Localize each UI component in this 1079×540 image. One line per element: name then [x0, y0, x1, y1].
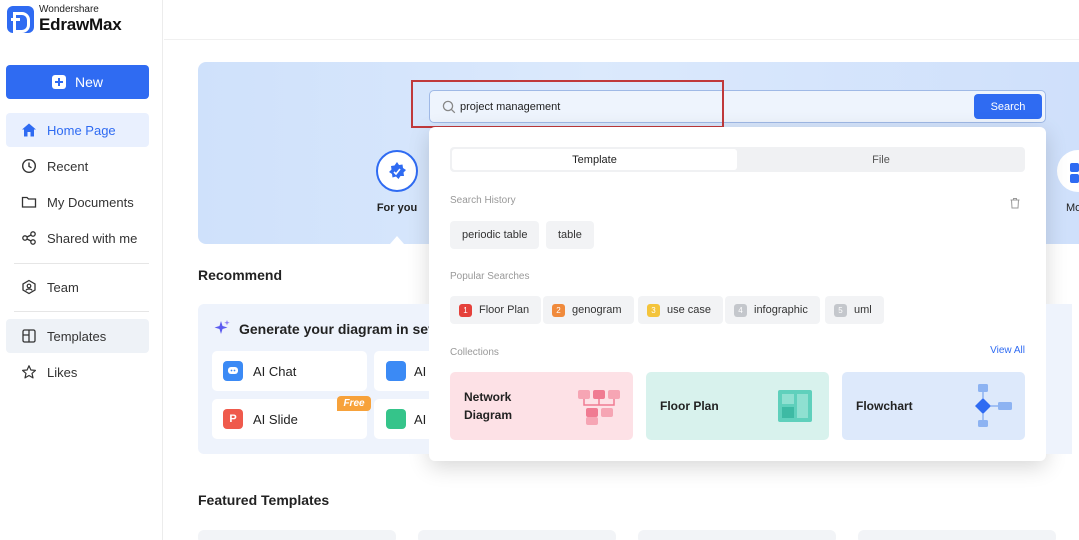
generate-diagram-title: Generate your diagram in sev: [239, 321, 429, 337]
featured-template-card[interactable]: [198, 530, 396, 540]
rank-badge: 4: [734, 303, 747, 317]
popular-chip[interactable]: 2 genogram: [543, 296, 634, 324]
tab-file[interactable]: File: [739, 149, 1023, 170]
new-button[interactable]: New: [6, 65, 149, 99]
plus-icon: [51, 75, 66, 89]
sidebar-divider: [14, 263, 149, 264]
search-dropdown: Template File Search History periodic ta…: [429, 127, 1046, 461]
team-icon: [20, 278, 38, 296]
ai-card-label: AI: [414, 363, 427, 379]
ai-card-label: AI: [414, 411, 427, 427]
sidebar-item-label: Likes: [47, 364, 78, 380]
sidebar-item-label: Home Page: [47, 122, 116, 138]
share-icon: [20, 229, 38, 247]
for-you-tab[interactable]: [376, 150, 418, 192]
sidebar-item-my-documents[interactable]: My Documents: [6, 185, 149, 219]
templates-icon: [20, 327, 38, 345]
top-bar: [164, 0, 1079, 40]
sparkle-icon: [214, 320, 230, 334]
chip-label: periodic table: [462, 229, 528, 241]
chip-label: use case: [667, 304, 712, 316]
collection-card-network-diagram[interactable]: Network Diagram: [450, 372, 633, 440]
search-history-label: Search History: [450, 195, 516, 206]
hero-tab-pointer: [390, 236, 404, 244]
more-label: Mo: [1066, 202, 1079, 214]
highlight-annotation-box: [411, 80, 724, 128]
history-chip[interactable]: periodic table: [450, 221, 540, 249]
collection-card-floor-plan[interactable]: Floor Plan: [646, 372, 829, 440]
popular-chip[interactable]: 1 Floor Plan: [450, 296, 542, 324]
chip-label: table: [558, 229, 582, 241]
free-badge: Free: [337, 396, 371, 411]
popular-searches-label: Popular Searches: [450, 271, 530, 282]
collection-title: Network: [464, 390, 512, 404]
edrawmax-logo-icon: [7, 5, 34, 33]
sidebar-item-label: Team: [47, 279, 79, 295]
chip-label: uml: [854, 304, 872, 316]
collection-title-line2: Diagram: [464, 408, 513, 422]
floor-plan-icon: [778, 390, 812, 422]
ai-table-card[interactable]: AI: [374, 399, 429, 439]
sidebar-item-label: Shared with me: [47, 230, 138, 246]
ai-chat-icon: [223, 361, 243, 381]
search-button[interactable]: Search: [974, 94, 1042, 119]
rank-badge: 2: [552, 303, 565, 317]
sidebar-item-label: Templates: [47, 328, 107, 344]
collection-title: Flowchart: [856, 399, 913, 413]
for-you-label: For you: [376, 202, 418, 214]
sidebar: Wondershare EdrawMax New Home Page Recen…: [0, 0, 163, 540]
collections-label: Collections: [450, 347, 499, 358]
popular-chip[interactable]: 3 use case: [638, 296, 724, 324]
sidebar-item-shared[interactable]: Shared with me: [6, 221, 149, 255]
rank-badge: 3: [647, 303, 660, 317]
new-button-label: New: [74, 74, 103, 90]
ai-chat-card[interactable]: AI Chat: [212, 351, 367, 391]
popular-chip[interactable]: 4 infographic: [725, 296, 820, 324]
popular-chip[interactable]: 5 uml: [825, 296, 884, 324]
sidebar-item-recent[interactable]: Recent: [6, 149, 149, 183]
folder-icon: [20, 193, 38, 211]
ai-card-label: AI Slide: [253, 411, 298, 427]
brand-company: Wondershare: [39, 4, 99, 15]
chip-label: infographic: [754, 304, 808, 316]
collection-card-flowchart[interactable]: Flowchart: [842, 372, 1025, 440]
network-diagram-icon: [578, 390, 620, 425]
for-you-icon: [389, 162, 406, 179]
featured-template-card[interactable]: [418, 530, 616, 540]
sidebar-item-templates[interactable]: Templates: [6, 319, 149, 353]
ai-user-icon: [386, 361, 406, 381]
sidebar-item-label: Recent: [47, 158, 89, 174]
ai-user-card[interactable]: AI: [374, 351, 429, 391]
sidebar-item-label: My Documents: [47, 194, 134, 210]
view-all-link[interactable]: View All: [990, 345, 1025, 356]
collection-title: Floor Plan: [660, 399, 719, 413]
rank-badge: 1: [459, 303, 472, 317]
chip-label: genogram: [572, 304, 622, 316]
clock-icon: [20, 157, 38, 175]
featured-template-card[interactable]: [858, 530, 1056, 540]
history-chip[interactable]: table: [546, 221, 594, 249]
brand-name: EdrawMax: [39, 15, 122, 34]
sidebar-item-home[interactable]: Home Page: [6, 113, 149, 147]
star-icon: [20, 363, 38, 381]
sidebar-divider: [14, 311, 149, 312]
chip-label: Floor Plan: [479, 304, 530, 316]
featured-templates-heading: Featured Templates: [198, 492, 330, 508]
home-icon: [20, 121, 38, 139]
recommend-panel-edge: [1046, 304, 1072, 454]
trash-icon[interactable]: [1009, 197, 1021, 209]
recommend-heading: Recommend: [198, 267, 283, 283]
sidebar-item-team[interactable]: Team: [6, 270, 149, 304]
app-logo[interactable]: Wondershare EdrawMax: [7, 5, 122, 33]
tab-template[interactable]: Template: [452, 149, 737, 170]
sidebar-item-likes[interactable]: Likes: [6, 355, 149, 389]
search-scope-switch: Template File: [450, 147, 1025, 172]
rank-badge: 5: [834, 303, 847, 317]
flowchart-icon: [975, 384, 1012, 427]
featured-template-card[interactable]: [638, 530, 836, 540]
ai-slide-icon: P: [223, 409, 243, 429]
ai-table-icon: [386, 409, 406, 429]
ai-card-label: AI Chat: [253, 363, 297, 379]
